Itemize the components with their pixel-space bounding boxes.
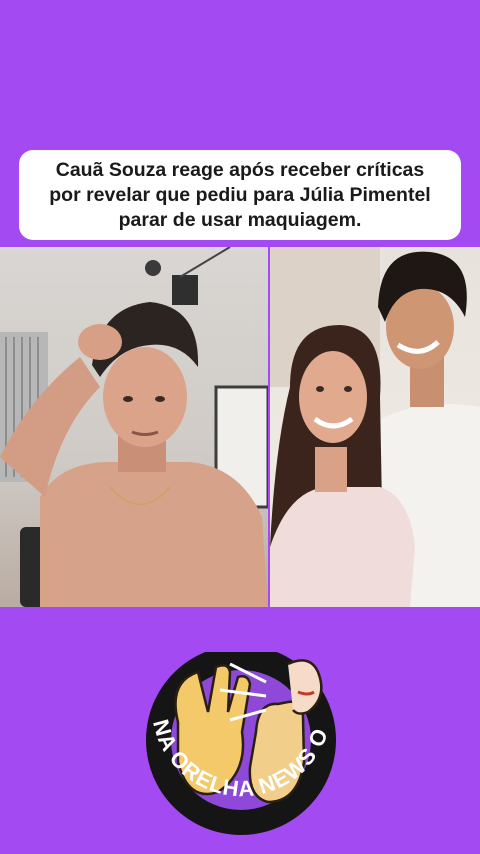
headline-card: Cauã Souza reage após receber críticas p… [19,150,461,240]
headline-text: Cauã Souza reage após receber críticas p… [49,158,430,233]
na-orelha-news-logo: NA ORELHA NEWS OFICIAL [130,632,344,842]
mouth-icon [287,659,323,715]
photo-collage [0,247,480,607]
photo-couple-illustration [270,247,480,607]
headline-line-1: Cauã Souza reage após receber críticas [55,158,425,181]
photo-man-fixing-hair [0,247,268,607]
headline-line-2: por revelar que pediu para Júlia Pimente… [49,183,431,206]
photo-man-illustration [0,247,268,607]
headline-line-3: parar de usar maquiagem. [118,208,362,231]
logo-badge: NA ORELHA NEWS OFICIAL [130,632,336,835]
photo-couple-smiling [270,247,480,607]
